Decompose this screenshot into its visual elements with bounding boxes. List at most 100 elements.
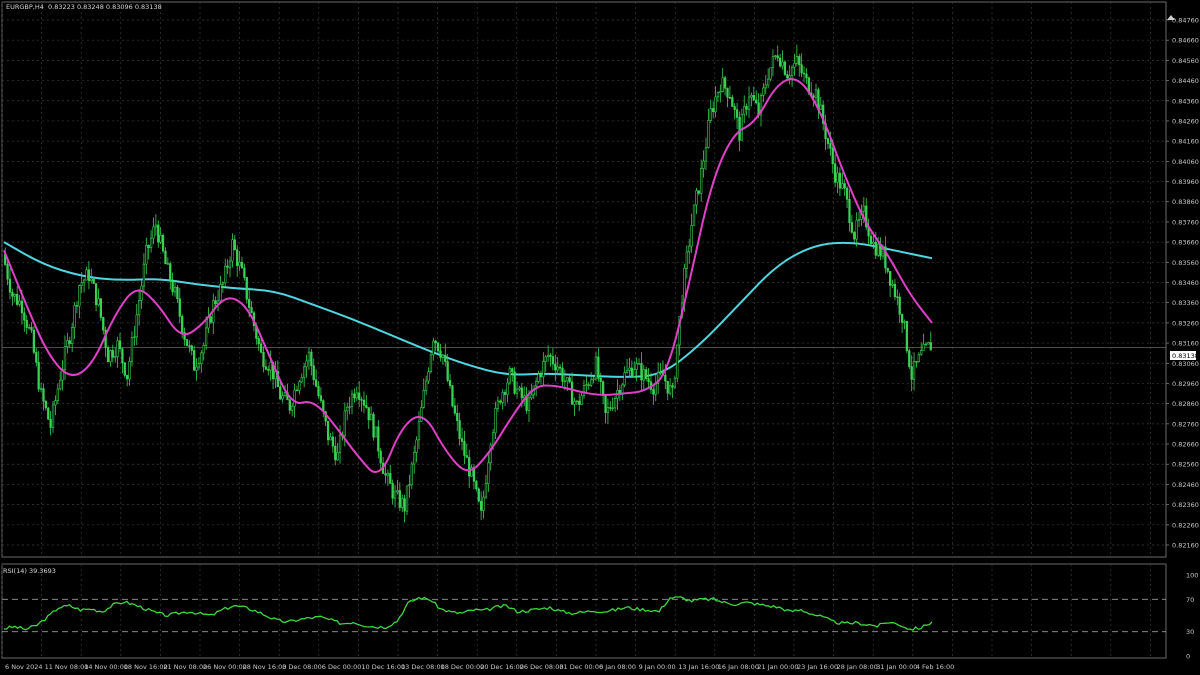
current-price-badge: 0.83138: [1172, 352, 1199, 360]
candle: [439, 343, 442, 362]
candle: [719, 84, 722, 103]
candle: [561, 362, 564, 387]
symbol-label: EURGBP,H4: [6, 3, 44, 11]
candle: [728, 85, 732, 100]
candle: [178, 287, 181, 324]
candle: [889, 270, 892, 298]
time-tick-label: 26 Nov 00:00: [203, 663, 247, 671]
candle: [788, 65, 791, 85]
candle: [307, 347, 311, 370]
candle: [845, 186, 849, 208]
candle: [142, 253, 146, 293]
candle: [240, 256, 244, 269]
candle: [499, 399, 502, 405]
candle: [735, 102, 739, 130]
candle: [917, 352, 920, 363]
price-tick-label: 0.84060: [1172, 158, 1199, 166]
candle: [496, 396, 500, 413]
candle: [436, 342, 440, 353]
candle: [554, 354, 557, 382]
time-tick-label: 31 Dec 00:00: [559, 663, 603, 671]
candle: [755, 90, 758, 105]
candle: [104, 326, 107, 358]
candle: [200, 350, 203, 373]
candle: [633, 361, 636, 378]
trading-chart[interactable]: 0.84760 0.84660 0.84560 0.84460 0.84360 0.842…: [0, 0, 1200, 675]
candle: [334, 436, 337, 466]
candle: [628, 357, 631, 378]
candle: [908, 348, 911, 369]
candle: [905, 320, 909, 354]
candle: [415, 436, 418, 463]
candle: [99, 298, 103, 321]
candle: [518, 385, 521, 392]
candle: [444, 343, 447, 367]
candle: [776, 45, 779, 62]
candle: [814, 83, 818, 104]
time-tick-label: 13 Jan 16:00: [678, 663, 719, 671]
candle: [745, 103, 748, 116]
candle: [238, 251, 241, 272]
candle: [769, 67, 772, 82]
candle: [613, 395, 617, 412]
candle: [716, 91, 720, 102]
rsi-tick-label: 70: [1186, 596, 1194, 604]
candle: [692, 204, 696, 226]
candle: [11, 288, 14, 306]
candle: [169, 261, 172, 290]
candle: [750, 92, 753, 107]
candle: [704, 137, 708, 171]
candle: [740, 108, 743, 141]
candle: [360, 396, 363, 412]
candle: [546, 345, 550, 362]
candle: [838, 167, 842, 196]
candle: [475, 480, 478, 492]
candle: [611, 397, 614, 412]
candle: [82, 278, 86, 293]
candle: [427, 367, 430, 385]
candle: [161, 233, 165, 254]
candle: [580, 392, 583, 406]
candle: [886, 267, 889, 274]
candle: [585, 376, 588, 393]
rsi-tick-label: 0: [1186, 653, 1190, 661]
time-tick-label: 23 Jan 16:00: [797, 663, 838, 671]
candle: [425, 375, 428, 395]
candle: [503, 389, 507, 406]
candle: [609, 401, 612, 412]
candle: [346, 402, 349, 421]
candle: [484, 474, 488, 499]
candle: [94, 283, 98, 312]
candle: [37, 351, 40, 392]
candle: [625, 358, 629, 374]
candle: [16, 286, 19, 307]
candle: [207, 307, 210, 333]
candle: [922, 333, 925, 351]
price-tick-label: 0.84260: [1172, 117, 1199, 125]
candle: [587, 381, 590, 390]
candle: [477, 487, 480, 503]
candle: [506, 378, 509, 403]
candle: [480, 491, 483, 521]
candle: [743, 95, 746, 124]
candle: [188, 340, 191, 353]
candle: [173, 279, 177, 297]
candle: [331, 431, 335, 453]
candle: [257, 335, 260, 351]
candle: [762, 83, 765, 102]
candle: [601, 380, 605, 405]
candle: [468, 449, 471, 488]
candle: [305, 354, 308, 378]
candle: [171, 272, 174, 296]
candle: [700, 159, 703, 202]
candle: [121, 347, 124, 374]
time-tick-label: 9 Jan 00:00: [639, 663, 676, 671]
price-tick-label: 0.82260: [1172, 521, 1199, 529]
time-tick-label: 13 Dec 08:00: [401, 663, 445, 671]
candle: [558, 363, 562, 374]
candle: [453, 398, 456, 416]
candle: [51, 401, 55, 433]
candle: [539, 370, 543, 385]
candle: [764, 74, 767, 94]
candle: [578, 393, 581, 412]
